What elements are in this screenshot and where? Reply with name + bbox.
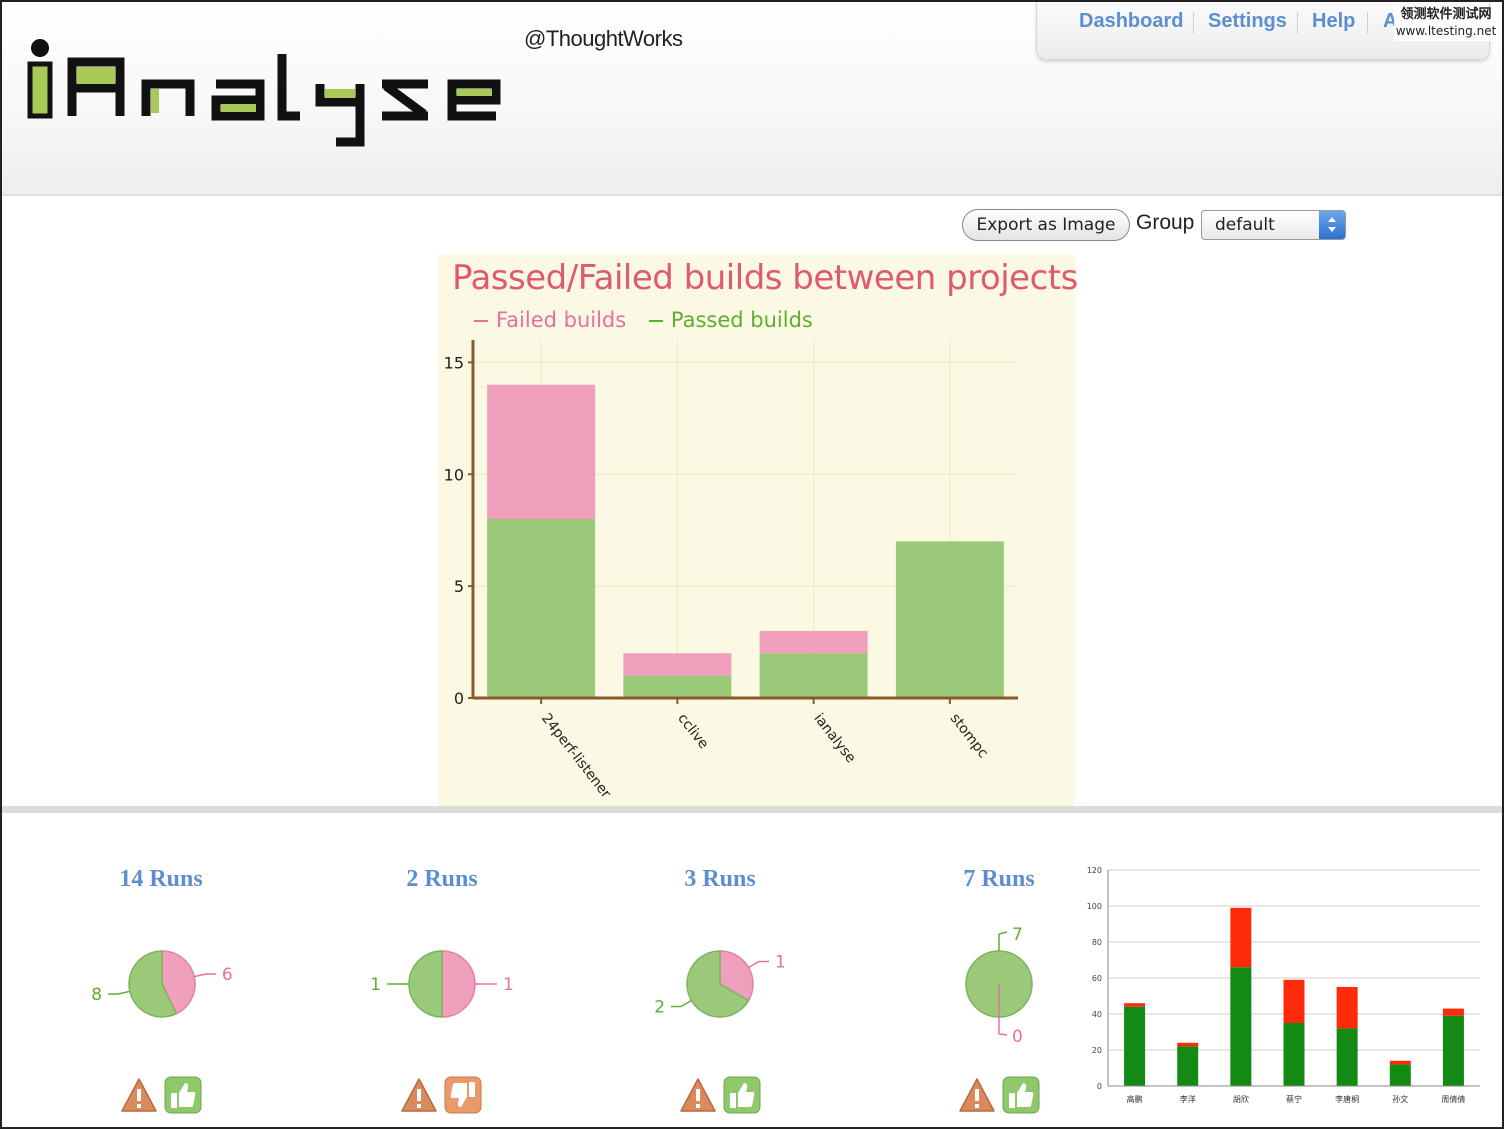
x-tick-label: ianalyse bbox=[810, 711, 858, 767]
pie-leader-passed bbox=[680, 999, 692, 1008]
nav-help-link[interactable]: Help bbox=[1312, 10, 1355, 33]
bar-segment-green bbox=[1389, 1064, 1411, 1086]
bar-segment-red bbox=[1389, 1060, 1411, 1065]
pie-leader-failed bbox=[748, 960, 760, 969]
nav-dashboard-link[interactable]: Dashboard bbox=[1079, 10, 1183, 33]
project-runs-count[interactable]: 7 Runs bbox=[919, 866, 1079, 893]
x-tick-label: stompc bbox=[947, 711, 991, 761]
bar-passed bbox=[759, 653, 868, 698]
pie-slice-passed bbox=[408, 950, 443, 1018]
project-runs-count[interactable]: 2 Runs bbox=[362, 866, 522, 893]
group-label: Group bbox=[1136, 211, 1195, 234]
project-runs-count[interactable]: 14 Runs bbox=[81, 866, 241, 893]
bar-segment-green bbox=[1442, 1015, 1464, 1086]
pie-label-failed: 1 bbox=[775, 953, 786, 973]
y-tick-label: 15 bbox=[444, 353, 464, 372]
x-tick-label: 高鹏 bbox=[1127, 1094, 1143, 1104]
nav-settings-link[interactable]: Settings bbox=[1208, 10, 1287, 33]
project-runs-count[interactable]: 3 Runs bbox=[640, 866, 800, 893]
header: @ThoughtWorks Dashboard Settings Help A … bbox=[2, 2, 1502, 196]
bar-segment-red bbox=[1124, 1003, 1146, 1007]
pie-label-passed: 7 bbox=[1012, 925, 1023, 945]
team-builds-bar-chart: 0 20 40 60 80 100 120 高鹏 李洋 胡欣 蔡宁 李唐桐 孙文 周倩倩 bbox=[1087, 866, 1480, 1104]
project-pie: 68 bbox=[91, 950, 233, 1018]
bar-failed bbox=[623, 653, 732, 676]
bar-passed bbox=[895, 541, 1004, 698]
bar-segment-red bbox=[1177, 1042, 1199, 1047]
pie-leader-failed bbox=[194, 973, 207, 978]
select-arrows-icon bbox=[1319, 211, 1345, 239]
y-tick-label: 120 bbox=[1087, 866, 1102, 875]
thumbs-up-icon[interactable] bbox=[164, 1076, 202, 1114]
section-divider bbox=[2, 806, 1502, 813]
pie-leader-failed bbox=[998, 1033, 1008, 1036]
app-window: @ThoughtWorks Dashboard Settings Help A … bbox=[0, 0, 1504, 1129]
bar-segment-green bbox=[1230, 967, 1252, 1086]
warning-icon[interactable] bbox=[400, 1076, 438, 1114]
y-tick-label: 0 bbox=[454, 689, 464, 708]
pie-slice-failed bbox=[441, 950, 476, 1018]
thumbs-up-icon[interactable] bbox=[723, 1076, 761, 1114]
pie-leader-passed bbox=[998, 931, 1008, 935]
bar-segment-red bbox=[1442, 1008, 1464, 1016]
project-pie: 12 bbox=[654, 950, 786, 1018]
nav-separator bbox=[1367, 12, 1368, 34]
y-tick-label: 0 bbox=[1097, 1082, 1102, 1091]
bar-segment-green bbox=[1177, 1046, 1199, 1086]
bar-segment-red bbox=[1230, 907, 1252, 968]
pie-label-passed: 1 bbox=[370, 975, 381, 995]
x-tick-label: 蔡宁 bbox=[1286, 1094, 1302, 1104]
x-tick-label: cclive bbox=[674, 711, 711, 752]
bar-passed bbox=[623, 675, 732, 698]
group-select-value: default bbox=[1215, 215, 1275, 235]
x-tick-label: 孙文 bbox=[1392, 1094, 1408, 1104]
ianalyse-logo bbox=[27, 39, 501, 147]
bar-segment-red bbox=[1336, 987, 1358, 1029]
x-tick-label: 胡欣 bbox=[1233, 1094, 1249, 1104]
y-tick-label: 60 bbox=[1092, 974, 1102, 983]
bar-failed bbox=[759, 630, 868, 654]
thumbs-down-icon[interactable] bbox=[444, 1076, 482, 1114]
pie-label-passed: 8 bbox=[91, 985, 102, 1005]
bar-segment-green bbox=[1283, 1023, 1305, 1086]
bar-segment-green bbox=[1336, 1028, 1358, 1086]
pie-label-failed: 1 bbox=[503, 975, 514, 995]
pie-label-failed: 6 bbox=[222, 965, 233, 985]
y-tick-label: 100 bbox=[1087, 902, 1102, 911]
y-tick-label: 10 bbox=[444, 465, 464, 484]
builds-chart-panel: Passed/Failed builds between projects Fa… bbox=[438, 254, 1078, 806]
thumbs-up-icon[interactable] bbox=[1002, 1076, 1040, 1114]
x-tick-label: 周倩倩 bbox=[1441, 1094, 1465, 1104]
x-tick-label: 24perf-listener bbox=[538, 711, 614, 802]
bar-segment-green bbox=[1124, 1006, 1146, 1086]
y-tick-label: 20 bbox=[1092, 1046, 1102, 1055]
watermark: 领测软件测试网 www.ltesting.net bbox=[1394, 7, 1498, 41]
bar-failed bbox=[487, 384, 596, 519]
y-tick-label: 80 bbox=[1092, 938, 1102, 947]
x-tick-label: 李洋 bbox=[1180, 1094, 1196, 1104]
pie-label-failed: 0 bbox=[1012, 1027, 1023, 1047]
y-tick-label: 5 bbox=[454, 577, 464, 596]
bar-segment-red bbox=[1283, 979, 1305, 1023]
watermark-line1: 领测软件测试网 bbox=[1400, 7, 1492, 22]
watermark-line2: www.ltesting.net bbox=[1395, 24, 1497, 38]
group-select[interactable]: default bbox=[1201, 210, 1346, 240]
pie-label-passed: 2 bbox=[654, 998, 665, 1018]
warning-icon[interactable] bbox=[958, 1076, 996, 1114]
export-as-image-button[interactable]: Export as Image bbox=[962, 209, 1130, 241]
project-pie: 70 bbox=[965, 925, 1033, 1047]
x-tick-label: 李唐桐 bbox=[1335, 1094, 1359, 1104]
warning-icon[interactable] bbox=[679, 1076, 717, 1114]
y-tick-label: 40 bbox=[1092, 1010, 1102, 1019]
bar-passed bbox=[487, 519, 596, 698]
nav-separator bbox=[1193, 12, 1194, 34]
project-pie: 11 bbox=[370, 950, 514, 1018]
nav-separator bbox=[1297, 12, 1298, 34]
builds-bar-chart: 0 5 10 15 24perf-listener cclive ianalyse stomp… bbox=[444, 340, 1018, 802]
pie-leader-passed bbox=[117, 990, 130, 995]
project-pie-charts: 68111270 bbox=[91, 925, 1033, 1047]
warning-icon[interactable] bbox=[120, 1076, 158, 1114]
thoughtworks-byline: @ThoughtWorks bbox=[524, 26, 683, 51]
